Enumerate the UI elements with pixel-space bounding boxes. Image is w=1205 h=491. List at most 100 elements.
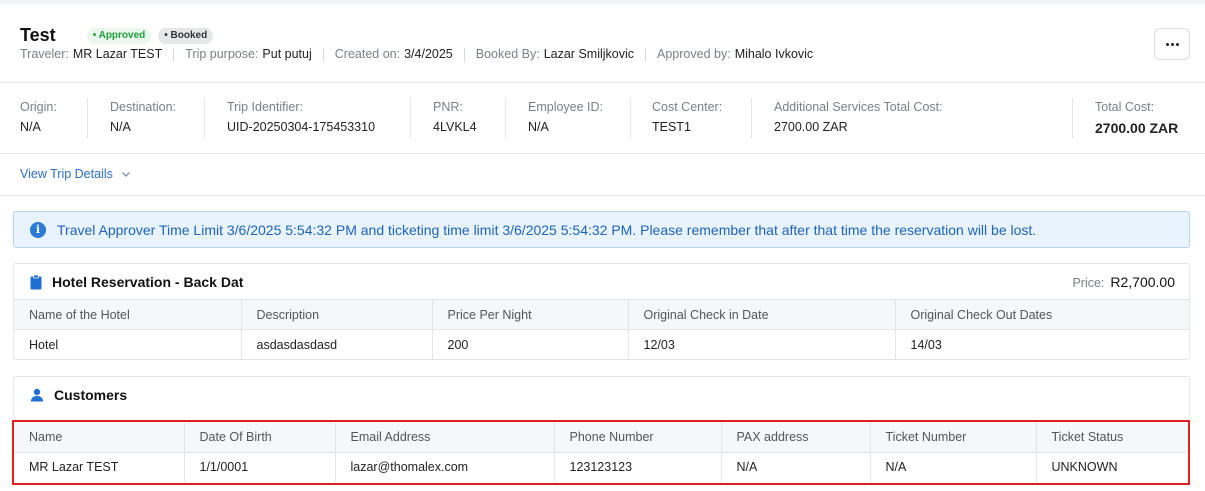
hotel-card-title: Hotel Reservation - Back Dat [52,274,244,290]
user-icon [30,388,44,402]
hotel-card-header: Hotel Reservation - Back Dat [30,274,243,290]
table-cell: 14/03 [910,337,942,352]
column-header: Description [241,299,433,330]
table-cell: MR Lazar TEST [14,452,185,482]
column-header: Price Per Night [432,299,629,330]
meta-trip-purpose: Trip purpose: Put putuj [185,47,312,62]
meta-label: Created on: [334,47,401,61]
clipboard-icon [30,274,42,289]
column-header: Name of the Hotel [14,299,242,330]
summary-label: Cost Center: [652,100,723,114]
column-header: Email Address [335,422,555,453]
table-cell: asdasdasdasd [241,329,433,360]
hotel-table: Name of the Hotel Description Price Per … [14,299,1189,360]
ellipsis-icon [1165,42,1169,46]
time-limit-alert: i Travel Approver Time Limit 3/6/2025 5:… [13,211,1190,248]
summary-value: 2700.00 ZAR [1095,120,1179,136]
price-label: Price: [1072,276,1105,290]
meta-value: Lazar Smiljkovic [543,47,635,61]
price-value: R2,700.00 [1110,274,1175,290]
hotel-price: Price: R2,700.00 [1072,274,1175,290]
meta-label: Traveler: [20,47,69,61]
column-header: PAX address [721,422,871,453]
status-badge-approved: • Approved [86,27,152,44]
summary-value: N/A [528,120,549,134]
table-cell: N/A [870,452,1037,482]
view-trip-details-toggle[interactable]: View Trip Details [20,167,131,181]
customers-card-title: Customers [54,387,128,403]
summary-divider [630,98,631,138]
trip-page: Test • Approved • Booked Traveler: MR Laz… [0,4,1205,491]
summary-value: 2700.00 ZAR [774,120,848,134]
summary-divider [1072,98,1073,138]
customers-card-header: Customers [30,387,127,403]
summary-origin: Origin: N/A [20,100,57,134]
customers-table-highlight: Name Date Of Birth Email Address Phone N… [12,420,1190,485]
meta-value: Mihalo Ivkovic [734,47,814,61]
status-badge-booked: • Booked [158,27,214,44]
meta-approved-by: Approved by: Mihalo Ivkovic [657,47,813,62]
summary-label: Trip Identifier: [227,100,303,114]
summary-destination: Destination: N/A [110,100,176,134]
column-header: Original Check in Date [628,299,896,330]
summary-label: Total Cost: [1095,100,1155,114]
summary-cost-center: Cost Center: TEST1 [652,100,722,134]
meta-label: Booked By: [475,47,540,61]
summary-label: PNR: [433,100,463,114]
column-header: Name [14,422,185,453]
summary-divider [751,98,752,138]
trip-meta: Traveler: MR Lazar TEST Trip purpose: Put … [20,47,813,62]
ellipsis-icon [1170,42,1174,46]
column-header: Original Check Out Dates [895,299,1189,330]
table-cell: 200 [432,329,629,360]
table-cell: lazar@thomalex.com [335,452,555,482]
table-cell: 1/1/0001 [184,452,336,482]
meta-value: Put putuj [262,47,312,61]
summary-divider [87,98,88,138]
summary-value: UID-20250304-175453310 [227,120,376,134]
summary-label: Employee ID: [528,100,604,114]
page-title: Test [20,25,56,45]
customers-card: Customers [13,376,1190,416]
meta-booked-by: Booked By: Lazar Smiljkovic [476,47,634,62]
table-row: MR Lazar TEST 1/1/0001 lazar@thomalex.co… [14,452,1188,482]
trip-summary: Origin: N/A Destination: N/A Trip Identifi… [0,84,1205,154]
column-header: Ticket Status [1036,422,1188,453]
chevron-down-icon [121,172,130,177]
meta-divider [463,48,465,62]
meta-value: MR Lazar TEST [72,47,163,61]
table-header-row: Name of the Hotel Description Price Per … [14,299,1189,330]
alert-text: Travel Approver Time Limit 3/6/2025 5:54… [57,221,1037,238]
table-cell: Hotel [14,329,242,360]
table-row: Hotel asdasdasdasd 200 12/03 14/03 [14,329,1189,360]
more-actions-button[interactable] [1154,28,1190,60]
summary-value: N/A [110,120,131,134]
summary-value: TEST1 [652,120,691,134]
meta-divider [645,48,647,62]
meta-traveler: Traveler: MR Lazar TEST [20,47,162,62]
info-icon: i [30,221,46,238]
table-cell: N/A [721,452,871,482]
meta-divider [173,48,175,62]
hotel-reservation-card: Hotel Reservation - Back Dat Price: R2,70… [13,263,1190,360]
customers-table: Name Date Of Birth Email Address Phone N… [14,422,1188,482]
meta-label: Trip purpose: [185,47,259,61]
column-header: Date Of Birth [184,422,336,453]
summary-divider [505,98,506,138]
section-divider [0,195,1205,196]
view-trip-details-label: View Trip Details [20,167,113,181]
meta-divider [322,48,324,62]
column-header: Phone Number [554,422,722,453]
summary-divider [204,98,205,138]
meta-label: Approved by: [657,47,731,61]
summary-employee-id: Employee ID: N/A [528,100,603,134]
summary-value: N/A [20,120,41,134]
meta-created-on: Created on: 3/4/2025 [335,47,453,62]
table-header-row: Name Date Of Birth Email Address Phone N… [14,422,1188,453]
summary-additional-cost: Additional Services Total Cost: 2700.00 Z… [774,100,943,134]
ellipsis-icon [1175,42,1179,46]
meta-value: 3/4/2025 [404,47,453,61]
summary-pnr: PNR: 4LVKL4 [433,100,477,134]
column-header: Ticket Number [870,422,1037,453]
summary-value: 4LVKL4 [433,120,477,134]
